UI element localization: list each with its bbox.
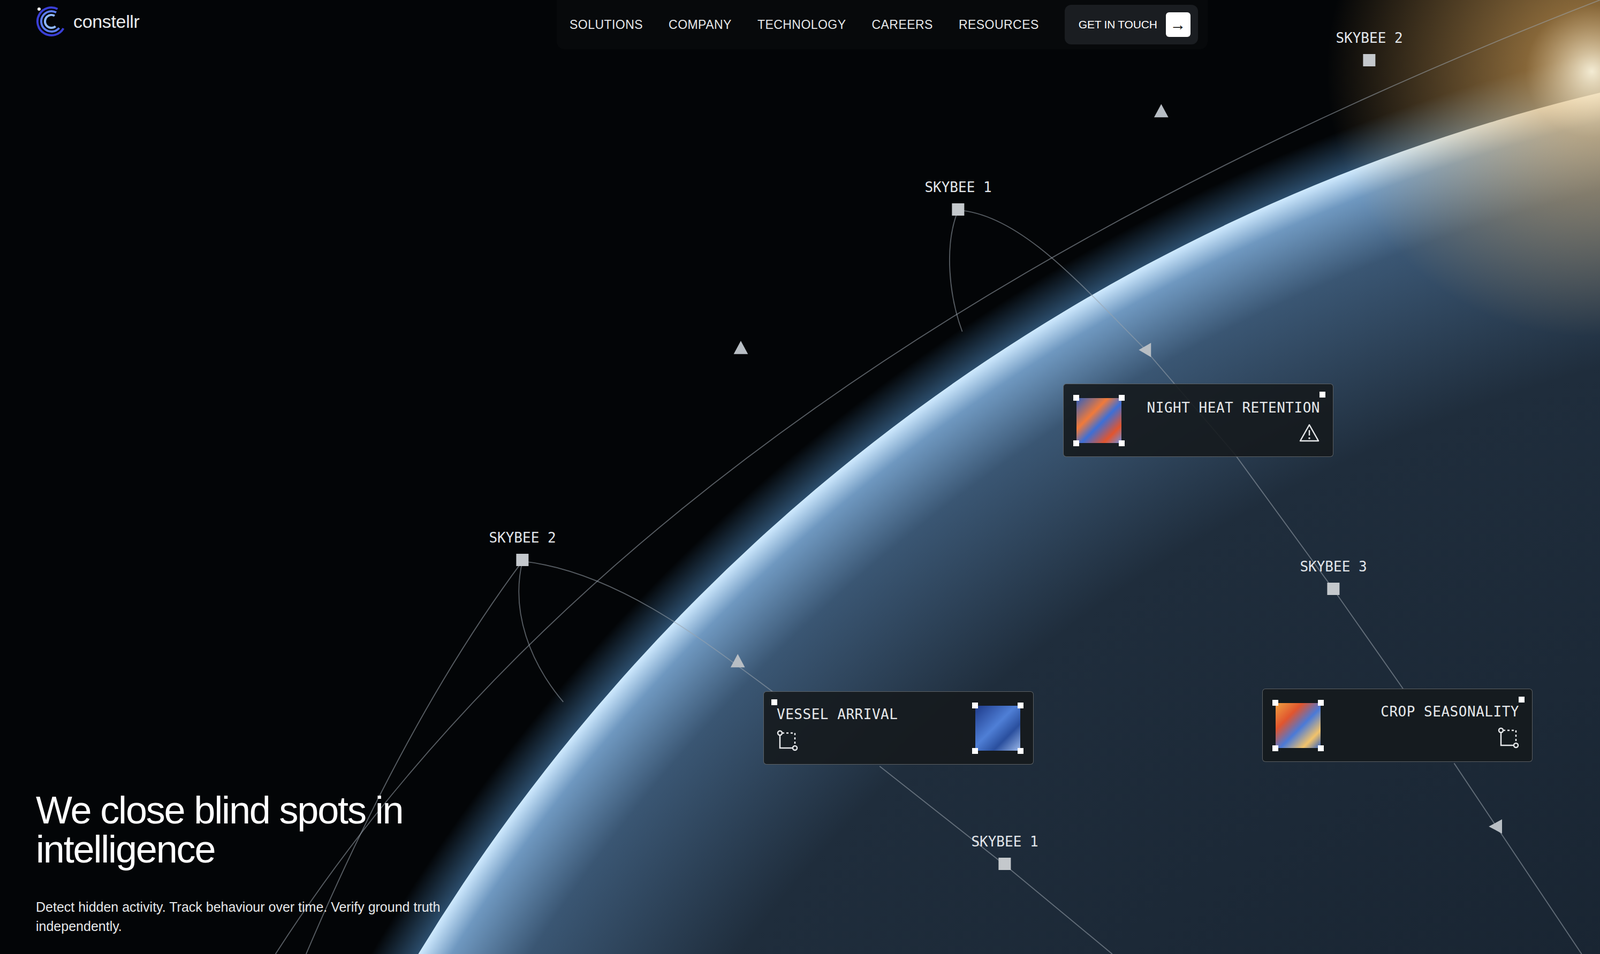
handle-icon <box>1017 702 1024 709</box>
nav-item[interactable]: COMPANY <box>668 15 732 35</box>
card-label[interactable]: CROP SEASONALITY <box>1380 702 1520 722</box>
handle-icon <box>1017 748 1024 755</box>
satellite-marker-icon <box>1326 582 1340 596</box>
card-label[interactable]: NIGHT HEAT RETENTION <box>1147 398 1321 417</box>
satellite-node: SKYBEE 1 <box>971 833 1038 871</box>
main-nav: SOLUTIONS COMPANY TECHNOLOGY CAREERS RESOURC… <box>556 0 1208 50</box>
insight-card[interactable]: VESSEL ARRIVAL <box>763 691 1034 765</box>
satellite-marker-icon <box>1362 54 1376 67</box>
satellite-node: SKYBEE 3 <box>1299 558 1367 596</box>
nav-item[interactable]: CAREERS <box>871 15 934 35</box>
arrow-icon[interactable]: → <box>1165 12 1191 37</box>
nav-item[interactable]: SOLUTIONS <box>569 15 643 35</box>
handle-icon <box>1118 395 1125 401</box>
insight-card[interactable]: CROP SEASONALITY <box>1262 688 1533 763</box>
hero: We close blind spots in intelligence Det… <box>35 791 518 937</box>
satellite-node: SKYBEE 2 <box>1335 29 1403 67</box>
satellite-label: SKYBEE 1 <box>971 833 1038 851</box>
handle-icon <box>1317 745 1324 752</box>
handle-icon <box>771 699 778 706</box>
satellite-node: SKYBEE 2 <box>488 529 556 567</box>
handle-icon <box>1319 391 1326 398</box>
logo-icon <box>35 5 67 37</box>
satellite-marker-icon <box>516 554 529 567</box>
insight-card[interactable]: NIGHT HEAT RETENTION <box>1063 383 1334 458</box>
thumbnail <box>1275 703 1321 749</box>
thumbnail <box>975 706 1021 752</box>
satellite-label: SKYBEE 2 <box>488 529 556 547</box>
warning-icon <box>1298 423 1321 443</box>
handle-icon <box>972 748 978 755</box>
handle-icon <box>1272 745 1279 752</box>
logo-text[interactable]: constellr <box>73 8 140 36</box>
get-in-touch-button[interactable]: GET IN TOUCH → <box>1064 4 1198 45</box>
satellite-marker-icon <box>998 858 1011 871</box>
handle-icon <box>1518 696 1525 703</box>
handle-icon <box>1073 440 1080 447</box>
area-select-icon <box>776 730 799 752</box>
thumbnail <box>1076 398 1122 444</box>
handle-icon <box>972 702 978 709</box>
nav-item[interactable]: RESOURCES <box>958 15 1040 35</box>
card-label[interactable]: VESSEL ARRIVAL <box>776 705 898 724</box>
hero-heading: We close blind spots in intelligence <box>35 791 497 870</box>
area-select-icon <box>1497 727 1520 749</box>
handle-icon <box>1118 440 1125 447</box>
nav-item[interactable]: TECHNOLOGY <box>757 15 847 35</box>
satellite-label: SKYBEE 3 <box>1299 558 1367 576</box>
satellite-marker-icon <box>951 203 965 216</box>
logo[interactable]: constellr <box>35 0 176 43</box>
satellite-label: SKYBEE 2 <box>1335 29 1403 47</box>
cta-label[interactable]: GET IN TOUCH <box>1078 16 1158 34</box>
satellite-label: SKYBEE 1 <box>924 178 992 196</box>
handle-icon <box>1272 700 1279 707</box>
satellite-node: SKYBEE 1 <box>924 178 992 216</box>
hero-subtitle: Detect hidden activity. Track behaviour … <box>35 897 459 937</box>
handle-icon <box>1073 395 1080 401</box>
handle-icon <box>1317 700 1324 707</box>
